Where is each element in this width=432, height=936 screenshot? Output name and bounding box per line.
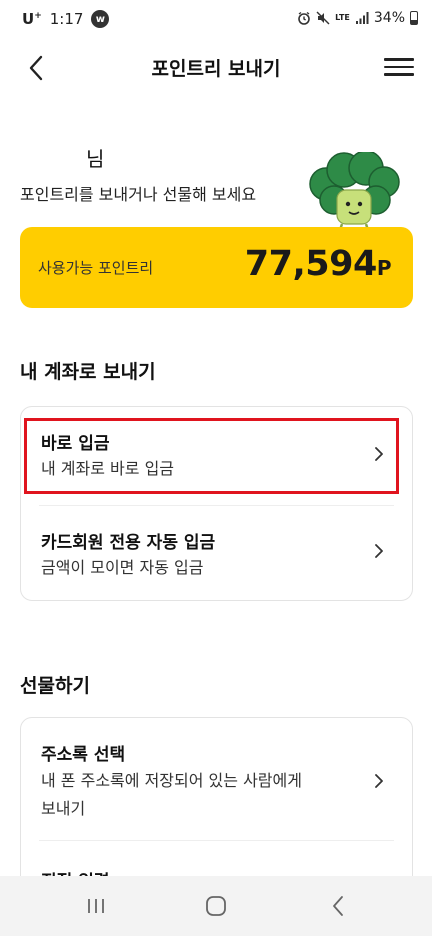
home-icon bbox=[206, 896, 226, 916]
alarm-icon bbox=[298, 11, 310, 25]
item-description-line: 내 폰 주소록에 저장되어 있는 사람에게 bbox=[41, 771, 302, 790]
gift-section-title: 선물하기 bbox=[20, 675, 90, 697]
mute-icon bbox=[316, 11, 330, 25]
send-section-title: 내 계좌로 보내기 bbox=[20, 361, 156, 383]
item-description: 금액이 모이면 자동 입금 bbox=[41, 558, 204, 577]
page-title: 포인트리 보내기 bbox=[151, 58, 281, 80]
item-description: 내 폰 주소록에 저장되어 있는 사람에게보내기 bbox=[41, 767, 392, 823]
send-options-card: 바로 입금 내 계좌로 바로 입금 카드회원 전용 자동 입금 금액이 모이면 … bbox=[20, 406, 413, 601]
app-header: 포인트리 보내기 bbox=[0, 42, 432, 94]
battery-percent: 34% bbox=[373, 10, 405, 26]
points-value-container: 77,594P bbox=[244, 244, 392, 284]
lte-indicator: LTE bbox=[335, 13, 350, 22]
points-unit: P bbox=[376, 256, 392, 280]
menu-icon-bar bbox=[384, 58, 414, 61]
points-label: 사용가능 포인트리 bbox=[38, 259, 154, 277]
chevron-right-icon bbox=[375, 544, 383, 558]
clock: 1:17 bbox=[49, 10, 84, 28]
recent-apps-icon bbox=[88, 899, 104, 913]
available-points-card: 사용가능 포인트리 77,594P bbox=[20, 227, 413, 308]
chevron-right-icon bbox=[375, 774, 383, 788]
system-navigation-bar bbox=[0, 876, 432, 936]
auto-deposit-item[interactable]: 카드회원 전용 자동 입금 금액이 모이면 자동 입금 bbox=[21, 506, 412, 602]
carrier-label: U+ bbox=[22, 10, 42, 28]
greeting-subtitle: 포인트리를 보내거나 선물해 보세요 bbox=[20, 185, 257, 204]
item-title: 주소록 선택 bbox=[41, 745, 126, 765]
menu-icon-bar bbox=[384, 73, 414, 76]
app-notification-icon: w bbox=[91, 10, 110, 28]
system-back-button[interactable] bbox=[326, 894, 350, 918]
points-value: 77,594 bbox=[244, 244, 378, 284]
nav-back-icon bbox=[333, 896, 343, 916]
user-name-suffix: 님 bbox=[86, 147, 105, 171]
battery-icon bbox=[410, 11, 418, 25]
address-book-item[interactable]: 주소록 선택 내 폰 주소록에 저장되어 있는 사람에게보내기 bbox=[21, 718, 412, 840]
item-description-line: 보내기 bbox=[41, 799, 86, 818]
highlight-annotation-box bbox=[24, 418, 399, 494]
instant-deposit-item[interactable]: 바로 입금 내 계좌로 바로 입금 bbox=[21, 407, 412, 505]
recent-apps-button[interactable] bbox=[84, 894, 108, 918]
item-title: 카드회원 전용 자동 입금 bbox=[41, 533, 216, 553]
menu-button[interactable] bbox=[384, 52, 414, 82]
home-button[interactable] bbox=[204, 894, 228, 918]
menu-icon-bar bbox=[384, 65, 414, 69]
status-bar: U+ 1:17 w LTE 34% bbox=[0, 0, 432, 40]
signal-icon bbox=[355, 12, 369, 24]
broccoli-mascot-image bbox=[309, 152, 400, 231]
